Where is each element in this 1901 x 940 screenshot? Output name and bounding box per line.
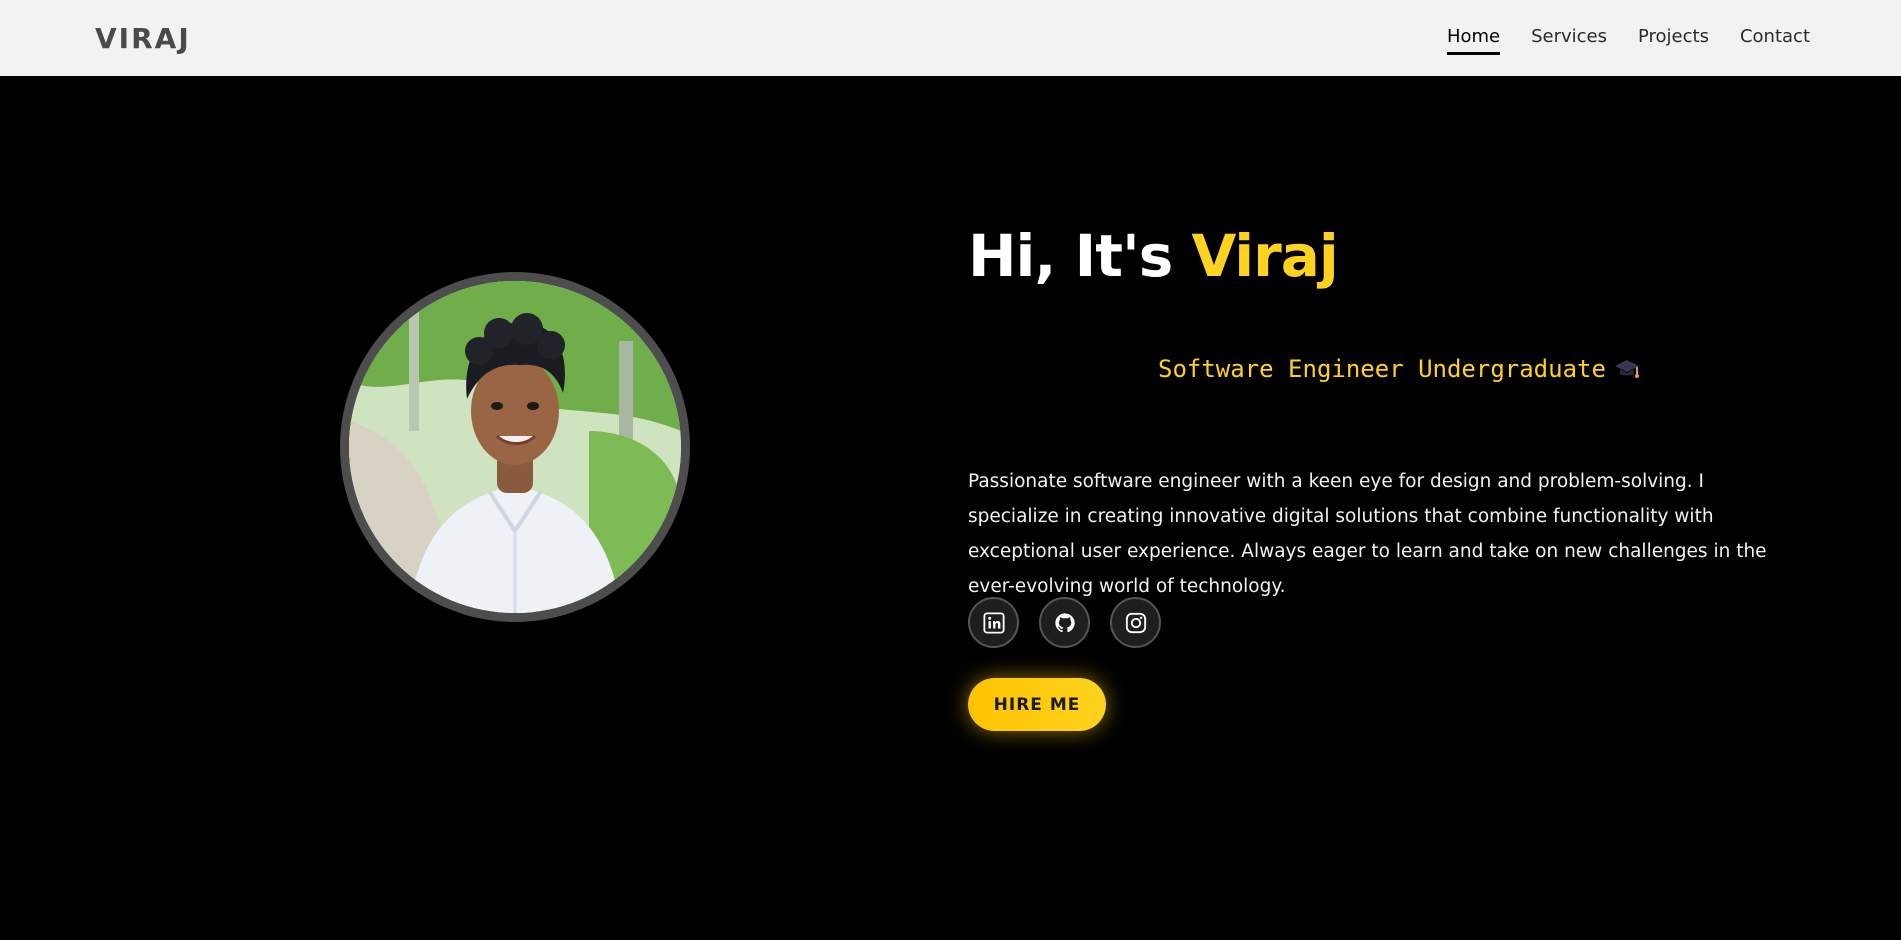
instagram-link[interactable] <box>1110 597 1161 648</box>
graduation-cap-icon <box>1614 360 1639 378</box>
nav-link-contact[interactable]: Contact <box>1740 26 1810 53</box>
hero-greeting: Hi, It's <box>968 222 1173 290</box>
linkedin-icon <box>982 611 1005 634</box>
hero-role: Software Engineer Undergraduate <box>1158 355 1640 383</box>
nav-link-services[interactable]: Services <box>1531 26 1607 53</box>
hero-role-text: Software Engineer Undergraduate <box>1158 355 1606 383</box>
nav-link-home[interactable]: Home <box>1446 26 1501 55</box>
nav-link-projects[interactable]: Projects <box>1638 26 1709 53</box>
site-header: VIRAJ Home Services Projects Contact <box>0 0 1901 76</box>
main-nav: Home Services Projects Contact <box>1446 26 1810 55</box>
linkedin-link[interactable] <box>968 597 1019 648</box>
hero-name: Viraj <box>1191 222 1338 290</box>
profile-photo <box>349 281 681 613</box>
hero-headline: Hi, It's Viraj <box>968 222 1339 290</box>
hire-me-button[interactable]: HIRE ME <box>968 678 1106 731</box>
instagram-icon <box>1125 612 1146 633</box>
github-icon <box>1054 612 1075 632</box>
github-link[interactable] <box>1039 597 1090 648</box>
social-links <box>968 597 1161 648</box>
hero-bio: Passionate software engineer with a keen… <box>968 471 1767 597</box>
profile-photo-frame <box>340 272 690 622</box>
site-logo[interactable]: VIRAJ <box>95 22 191 55</box>
